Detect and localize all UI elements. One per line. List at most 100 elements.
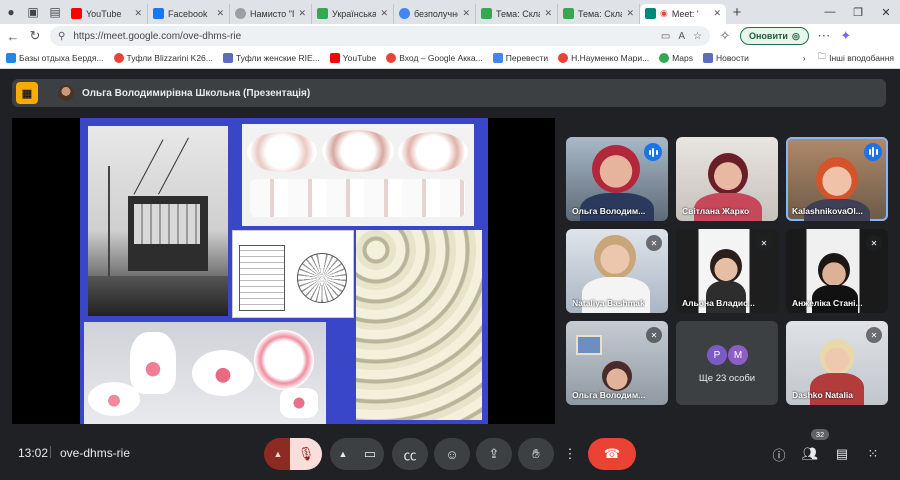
close-icon[interactable]: ✕ <box>380 8 388 19</box>
mic-off-icon: 🎙︎ <box>297 446 315 461</box>
url-text[interactable]: https://meet.google.com/ove-dhms-rie <box>73 31 653 42</box>
window-controls: — ❐ ✕ <box>816 6 900 19</box>
tab-groups-icon[interactable]: ▣ <box>22 0 44 24</box>
participant-tile[interactable]: ✕ Dashko Natalia <box>786 321 888 405</box>
translate-icon <box>492 53 503 63</box>
close-icon[interactable]: ✕ <box>713 8 721 19</box>
search-icon <box>399 8 410 19</box>
youtube-icon <box>71 8 82 19</box>
close-icon[interactable]: ✕ <box>134 8 142 19</box>
participant-tile-active[interactable]: KalashnikovaOl... <box>786 137 888 221</box>
bookmark-item[interactable]: Вход – Google Акка... <box>386 53 483 63</box>
update-button[interactable]: Оновити ◎ <box>740 27 809 45</box>
browser-tab[interactable]: безполучне ✕ <box>394 3 476 24</box>
people-icon: 👥︎ <box>801 446 819 461</box>
bookmark-item[interactable]: Базы отдыха Бердя... <box>6 53 104 63</box>
browser-tab[interactable]: Тема: Склад✕ <box>558 3 640 24</box>
close-icon[interactable]: ✕ <box>626 8 634 19</box>
new-tab-icon[interactable]: + <box>726 0 748 24</box>
activities-button[interactable]: ⁙ <box>861 442 885 466</box>
participant-tile[interactable]: ✕ Альона Владис... <box>676 229 778 313</box>
participant-video <box>816 157 858 201</box>
chevron-right-icon[interactable]: › <box>803 53 806 63</box>
reload-icon[interactable]: ↻ <box>28 28 42 44</box>
more-participants-label: Ще 23 особи <box>698 373 756 384</box>
read-aloud-icon[interactable]: A <box>678 31 685 42</box>
camera-toggle-button[interactable]: ▭ <box>356 438 384 470</box>
meet-window: ▦ Ольга Володимирівна Школьна (Презентац… <box>0 69 900 480</box>
menu-dots-icon[interactable]: ⋯ <box>817 28 831 44</box>
bookmark-item[interactable]: YouTube <box>329 53 376 63</box>
end-call-button[interactable]: ☎︎ <box>588 438 636 470</box>
participant-tile[interactable]: Ольга Володим... <box>566 137 668 221</box>
raise-hand-button[interactable]: ✋︎ <box>518 438 554 470</box>
browser-tab[interactable]: Facebook ✕ <box>148 3 230 24</box>
meeting-info-button[interactable]: ⓘ <box>767 442 791 466</box>
tea-set-photo <box>84 322 326 424</box>
browser-tab-active[interactable]: ◉ Meet: ' ✕ <box>640 3 726 24</box>
presenter-bar: ▦ Ольга Володимирівна Школьна (Презентац… <box>12 79 886 107</box>
back-icon[interactable]: ← <box>6 29 20 44</box>
audio-options-button[interactable]: ▲ <box>264 438 292 470</box>
close-icon[interactable]: ✕ <box>298 8 306 19</box>
folder-icon: 🗀 <box>817 51 827 61</box>
mic-off-icon: ✕ <box>646 235 662 251</box>
mic-off-icon: ✕ <box>646 327 662 343</box>
camera-icon: ▭ <box>363 446 377 461</box>
reactions-button[interactable]: ☺ <box>434 438 470 470</box>
browser-tab[interactable]: Намисто "П ✕ <box>230 3 312 24</box>
page-icon <box>235 8 246 19</box>
more-participants-tile[interactable]: P M Ще 23 особи <box>676 321 778 405</box>
captions-icon: ㏄ <box>403 447 417 463</box>
other-bookmarks[interactable]: 🗀 Інші вподобання <box>818 51 894 65</box>
page-icon <box>481 8 492 19</box>
participant-tile[interactable]: ✕ Nataliya Bashmak <box>566 229 668 313</box>
close-icon[interactable]: ✕ <box>462 8 470 19</box>
bookmark-item[interactable]: Maps <box>659 53 693 63</box>
more-icon: ⋮ <box>563 446 577 461</box>
camera-in-use-icon[interactable]: ▭ <box>661 31 670 42</box>
chat-button[interactable]: ▤ <box>830 442 854 466</box>
bookmark-item[interactable]: Перевести <box>492 53 548 63</box>
close-icon[interactable]: ✕ <box>544 8 552 19</box>
mic-toggle-button[interactable]: 🎙︎ <box>290 438 322 470</box>
video-options-button[interactable]: ▲ <box>330 438 356 470</box>
participant-tile[interactable]: ✕ Анжеліка Стані... <box>786 229 888 313</box>
meeting-code: ove-dhms-rie <box>60 446 131 460</box>
participant-count-badge: 32 <box>811 429 829 440</box>
browser-tab[interactable]: Українська ✕ <box>312 3 394 24</box>
browser-tab[interactable]: YouTube ✕ <box>66 3 148 24</box>
participant-tile[interactable]: Світлана Жарко <box>676 137 778 221</box>
close-icon[interactable]: ✕ <box>216 8 224 19</box>
more-options-button[interactable]: ⋮ <box>560 438 580 470</box>
present-button[interactable]: ⇪ <box>476 438 512 470</box>
bookmarks-bar: Базы отдыха Бердя... Туфли Blizzarini K2… <box>0 48 900 69</box>
bookmark-star-icon[interactable]: ☆ <box>693 31 702 42</box>
participant-tile[interactable]: ✕ Ольга Володим... <box>566 321 668 405</box>
maximize-icon[interactable]: ❐ <box>844 6 872 19</box>
news-icon <box>702 53 713 63</box>
address-bar[interactable]: ⚲ https://meet.google.com/ove-dhms-rie ▭… <box>50 26 710 46</box>
presentation-icon[interactable]: ▦ <box>16 82 38 104</box>
site-info-icon[interactable]: ⚲ <box>58 31 65 42</box>
close-window-icon[interactable]: ✕ <box>872 6 900 19</box>
browser-tab-strip: ● ▣ ▤ YouTube ✕ Facebook ✕ Намисто "П ✕ Укр… <box>0 0 900 24</box>
people-button[interactable]: 👥︎ <box>798 442 822 466</box>
bookmark-item[interactable]: Туфли Blizzarini K26... <box>113 53 213 63</box>
browser-tab[interactable]: Тема: Склад✕ <box>476 3 558 24</box>
captions-button[interactable]: ㏄ <box>392 438 428 470</box>
porcelain-set-photo <box>242 124 474 226</box>
activities-icon: ⁙ <box>867 446 879 461</box>
chat-icon: ▤ <box>835 446 849 461</box>
profile-icon[interactable]: ● <box>0 0 22 24</box>
minimize-icon[interactable]: — <box>816 6 844 19</box>
extensions-icon[interactable]: ✧ <box>718 28 732 44</box>
participant-video <box>708 153 748 195</box>
google-icon <box>113 53 124 63</box>
tab-search-icon[interactable]: ▤ <box>44 0 66 24</box>
copilot-icon[interactable]: ✦ <box>839 28 853 44</box>
bookmark-item[interactable]: Н.Науменко Мари... <box>558 53 649 63</box>
bookmark-item[interactable]: Новости <box>702 53 749 63</box>
bookmark-item[interactable]: Туфли женские RIE... <box>222 53 320 63</box>
participant-video <box>592 145 640 193</box>
